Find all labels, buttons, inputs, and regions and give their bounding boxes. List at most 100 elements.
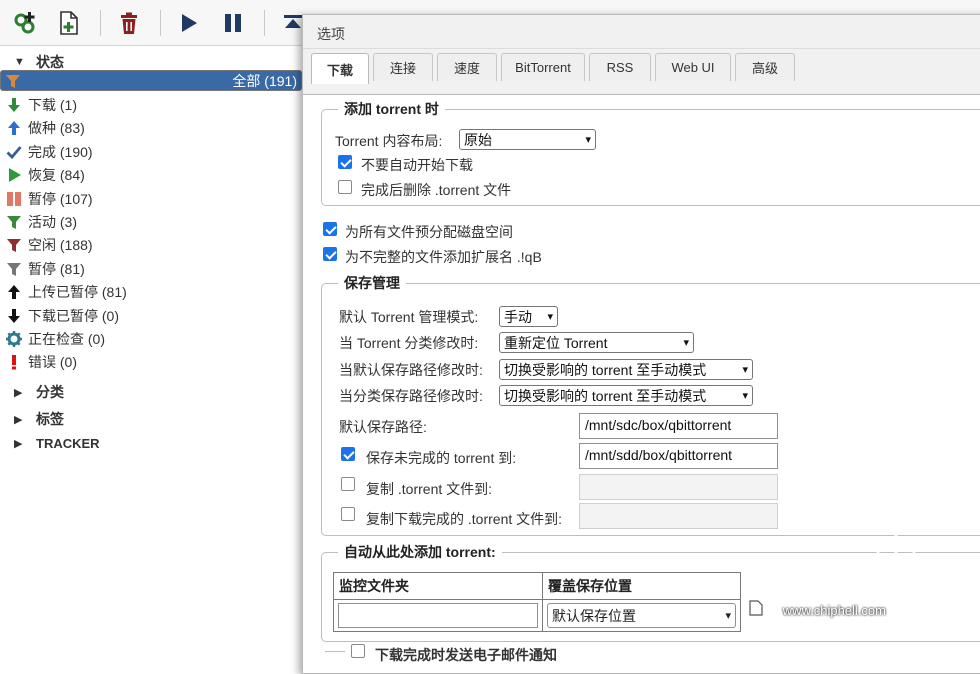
preallocate-checkbox[interactable] bbox=[323, 222, 337, 236]
chevron-down-icon: ▾ bbox=[742, 390, 748, 402]
sidebar-item[interactable]: 完成 (190) bbox=[0, 140, 302, 163]
sidebar-item[interactable]: 活动 (3) bbox=[0, 210, 302, 233]
sidebar-item-label: 全部 (191) bbox=[232, 72, 297, 89]
incomplete-path-checkbox[interactable] bbox=[341, 447, 355, 461]
sidebar-item[interactable]: 错误 (0) bbox=[0, 351, 302, 374]
copy-torrent-label: 复制 .torrent 文件到: bbox=[366, 481, 493, 497]
tab-download[interactable]: 下载 bbox=[311, 53, 369, 84]
checkmark-icon bbox=[6, 144, 22, 160]
append-extension-checkbox[interactable] bbox=[323, 247, 337, 261]
play-icon bbox=[182, 14, 197, 32]
watch-folder-header: 监控文件夹 bbox=[333, 572, 543, 600]
sidebar-item[interactable]: 全部 (191) bbox=[0, 70, 302, 91]
default-path-changed-select[interactable]: 切换受影响的 torrent 至手动模式 ▾ bbox=[499, 359, 753, 380]
tab-bittorrent[interactable]: BitTorrent bbox=[501, 53, 585, 81]
sidebar-item[interactable]: 暂停 (107) bbox=[0, 187, 302, 210]
status-section-label: 状态 bbox=[36, 54, 64, 70]
watermark-url: www.chiphell.com bbox=[782, 603, 886, 618]
sidebar-item-label: 下载 (1) bbox=[28, 96, 77, 113]
funnel-icon bbox=[6, 214, 22, 230]
sidebar-item-label: 空闲 (188) bbox=[28, 237, 93, 254]
sidebar-item[interactable]: 暂停 (81) bbox=[0, 257, 302, 280]
sidebar: ▼ 状态 全部 (191) 下载 (1) 做种 (83) 完成 (190) 恢复 (84… bbox=[0, 46, 302, 652]
resume-button[interactable] bbox=[174, 8, 204, 38]
file-plus-icon bbox=[60, 11, 78, 35]
up-arrow-icon bbox=[6, 284, 22, 300]
tab-rss[interactable]: RSS bbox=[589, 53, 651, 81]
content-layout-label: Torrent 内容布局: bbox=[335, 133, 443, 149]
tags-section-header[interactable]: ▶ 标签 bbox=[14, 409, 64, 429]
trash-icon bbox=[121, 12, 137, 34]
append-extension-label: 为不完整的文件添加扩展名 .!qB bbox=[345, 249, 542, 265]
sidebar-item-label: 暂停 (81) bbox=[28, 260, 85, 277]
exclamation-icon bbox=[6, 354, 22, 370]
default-save-path-label: 默认保存路径: bbox=[339, 419, 427, 435]
down-arrow-icon bbox=[6, 308, 22, 324]
sidebar-item[interactable]: 下载已暂停 (0) bbox=[0, 304, 302, 327]
status-section-header[interactable]: ▼ 状态 bbox=[14, 52, 64, 72]
tmm-mode-select[interactable]: 手动 ▾ bbox=[499, 306, 558, 327]
category-path-changed-label: 当分类保存路径修改时: bbox=[339, 388, 483, 404]
add-torrent-link-button[interactable] bbox=[10, 8, 40, 38]
auto-add-legend: 自动从此处添加 torrent: bbox=[344, 544, 496, 560]
watermark: www.chiphell.com bbox=[783, 529, 974, 636]
sidebar-item-label: 错误 (0) bbox=[28, 354, 77, 371]
override-location-header: 覆盖保存位置 bbox=[542, 572, 741, 600]
tags-section-label: 标签 bbox=[36, 411, 64, 427]
collapse-triangle-icon: ▼ bbox=[14, 56, 25, 68]
move-top-icon bbox=[284, 15, 302, 28]
watch-folder-input[interactable] bbox=[338, 603, 538, 628]
tab-bar: 下载 连接 速度 BitTorrent RSS Web UI 高级 bbox=[303, 49, 980, 95]
incomplete-path-input[interactable]: /mnt/sdd/box/qbittorrent bbox=[579, 443, 778, 469]
content-layout-select[interactable]: 原始 ▾ bbox=[459, 129, 596, 150]
tab-advanced[interactable]: 高级 bbox=[735, 53, 795, 81]
override-location-select[interactable]: 默认保存位置 ▾ bbox=[547, 603, 736, 628]
copy-torrent-input[interactable] bbox=[579, 474, 778, 500]
dont-start-label: 不要自动开始下载 bbox=[361, 157, 473, 173]
add-torrent-file-button[interactable] bbox=[54, 8, 84, 38]
dialog-title: 选项 bbox=[303, 15, 980, 49]
category-section-header[interactable]: ▶ 分类 bbox=[14, 382, 64, 402]
pause-icon bbox=[225, 14, 241, 32]
gear-icon bbox=[6, 330, 22, 347]
copy-finished-input[interactable] bbox=[579, 503, 778, 529]
sidebar-item[interactable]: 上传已暂停 (81) bbox=[0, 281, 302, 304]
sidebar-item-label: 完成 (190) bbox=[28, 143, 93, 160]
delete-button[interactable] bbox=[114, 8, 144, 38]
chevron-down-icon: ▾ bbox=[683, 337, 689, 349]
category-path-changed-select[interactable]: 切换受影响的 torrent 至手动模式 ▾ bbox=[499, 385, 753, 406]
table-row bbox=[333, 599, 543, 632]
sidebar-item[interactable]: 做种 (83) bbox=[0, 117, 302, 140]
add-row-icon[interactable] bbox=[749, 600, 763, 619]
tracker-section-label: TRACKER bbox=[36, 436, 100, 451]
sidebar-item-label: 活动 (3) bbox=[28, 213, 77, 230]
sidebar-item-label: 上传已暂停 (81) bbox=[28, 284, 127, 301]
tab-speed[interactable]: 速度 bbox=[437, 53, 497, 81]
funnel-icon bbox=[5, 73, 21, 89]
add-torrent-legend: 添加 torrent 时 bbox=[344, 101, 439, 117]
expand-triangle-icon: ▶ bbox=[14, 438, 23, 450]
sidebar-item-label: 恢复 (84) bbox=[28, 167, 85, 184]
funnel-icon bbox=[6, 237, 22, 253]
category-section-label: 分类 bbox=[36, 384, 64, 400]
dont-start-checkbox[interactable] bbox=[338, 155, 352, 169]
sidebar-item-label: 暂停 (107) bbox=[28, 190, 93, 207]
sidebar-item[interactable]: 正在检查 (0) bbox=[0, 327, 302, 350]
category-changed-select[interactable]: 重新定位 Torrent ▾ bbox=[499, 332, 694, 353]
email-notify-checkbox[interactable] bbox=[351, 644, 365, 658]
sidebar-item[interactable]: 恢复 (84) bbox=[0, 164, 302, 187]
play-icon bbox=[6, 167, 22, 183]
tab-connection[interactable]: 连接 bbox=[373, 53, 433, 81]
chevron-down-icon: ▾ bbox=[585, 134, 591, 146]
copy-finished-checkbox[interactable] bbox=[341, 507, 355, 521]
pause-button[interactable] bbox=[218, 8, 248, 38]
delete-torrent-checkbox[interactable] bbox=[338, 180, 352, 194]
tab-webui[interactable]: Web UI bbox=[655, 53, 731, 81]
sidebar-item[interactable]: 下载 (1) bbox=[0, 93, 302, 116]
sidebar-item[interactable]: 空闲 (188) bbox=[0, 234, 302, 257]
chevron-down-icon: ▾ bbox=[742, 364, 748, 376]
default-save-path-input[interactable]: /mnt/sdc/box/qbittorrent bbox=[579, 413, 778, 439]
copy-torrent-checkbox[interactable] bbox=[341, 477, 355, 491]
tracker-section-header[interactable]: ▶ TRACKER bbox=[14, 436, 100, 451]
delete-torrent-label: 完成后删除 .torrent 文件 bbox=[361, 182, 512, 198]
